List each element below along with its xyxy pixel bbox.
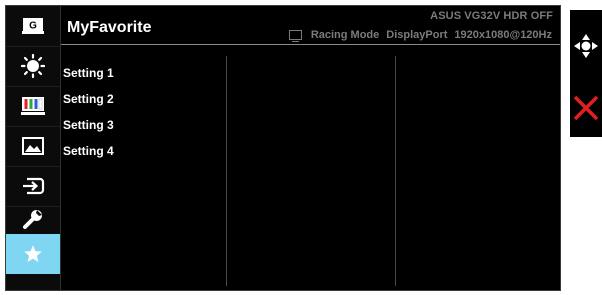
sidebar-divider <box>6 126 60 127</box>
resolution-label: 1920x1080@120Hz <box>454 29 552 41</box>
star-icon <box>24 245 42 262</box>
close-key[interactable] <box>570 88 602 128</box>
gameplus-icon: G <box>22 18 44 34</box>
menu-item-setting-2[interactable]: Setting 2 <box>61 90 221 116</box>
menu-item-setting-3[interactable]: Setting 3 <box>61 116 221 142</box>
sidebar-divider <box>6 46 60 47</box>
brightness-icon <box>20 54 46 78</box>
image-icon <box>22 137 44 155</box>
sidebar-item-image[interactable] <box>6 128 60 164</box>
color-bars-icon <box>21 97 45 115</box>
monitor-icon <box>288 30 302 42</box>
header: MyFavorite ASUS VG32V HDR OFF Racing Mod… <box>61 6 560 45</box>
key-guide <box>570 10 602 137</box>
model-status: ASUS VG32V HDR OFF <box>430 10 553 22</box>
input-label: DisplayPort <box>386 29 448 41</box>
info-row: Racing Mode DisplayPort 1920x1080@120Hz <box>288 29 552 42</box>
sidebar-item-color[interactable] <box>6 88 60 124</box>
sidebar-item-splendid[interactable] <box>6 48 60 84</box>
menu-item-setting-1[interactable]: Setting 1 <box>61 64 221 90</box>
column-divider <box>395 56 396 286</box>
content-area: MyFavorite ASUS VG32V HDR OFF Racing Mod… <box>60 6 560 290</box>
osd-panel: G MyFavorite ASUS VG32V HDR OFF Racing M… <box>5 5 561 291</box>
wrench-icon <box>23 210 42 229</box>
page-title: MyFavorite <box>67 19 152 36</box>
close-icon <box>573 95 599 121</box>
mode-label: Racing Mode <box>310 29 380 41</box>
column-divider <box>226 56 227 286</box>
sidebar-item-myfavorite[interactable] <box>6 234 60 274</box>
gameplus-icon-label: G <box>29 21 37 32</box>
five-way-navigation-icon <box>574 34 598 58</box>
menu-item-setting-4[interactable]: Setting 4 <box>61 142 221 168</box>
sidebar-item-gameplus[interactable]: G <box>6 8 60 44</box>
navigation-key[interactable] <box>570 26 602 66</box>
sidebar-divider <box>6 86 60 87</box>
settings-menu: Setting 1 Setting 2 Setting 3 Setting 4 <box>61 64 221 168</box>
sidebar-divider <box>6 166 60 167</box>
sidebar: G <box>6 6 60 290</box>
input-select-icon <box>23 177 45 195</box>
